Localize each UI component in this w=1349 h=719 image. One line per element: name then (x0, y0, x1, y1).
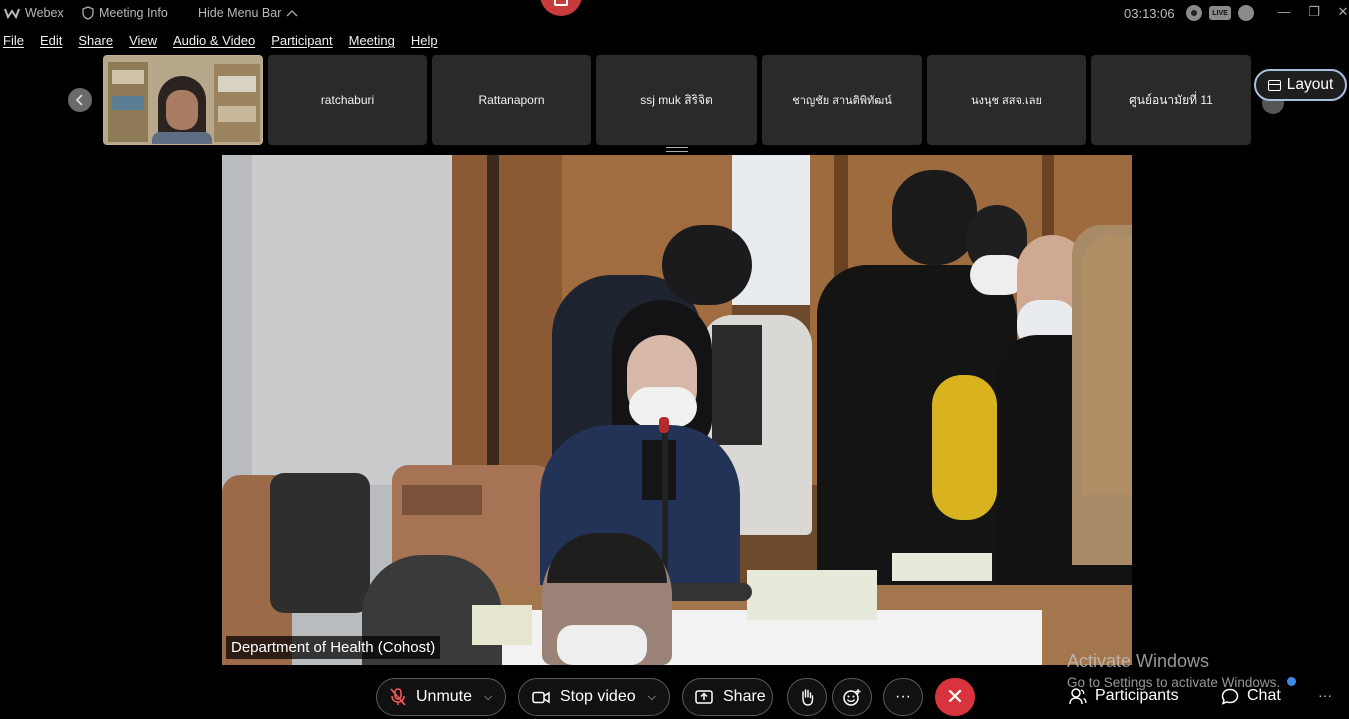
leave-icon: ✕ (945, 684, 965, 709)
raise-hand-icon (802, 689, 814, 706)
layout-button[interactable]: Layout (1254, 69, 1347, 101)
participant-name: นงนุช สสจ.เลย (971, 95, 1042, 107)
filmstrip-resize-handle[interactable] (666, 147, 688, 152)
main-video (222, 155, 1132, 665)
camera-icon (532, 691, 550, 703)
menu-bar: File Edit Share View Audio & Video Parti… (0, 33, 454, 51)
participant-tile[interactable]: นงนุช สสจ.เลย (927, 55, 1086, 145)
menu-meeting[interactable]: Meeting (349, 33, 395, 51)
meeting-timer: 03:13:06 (1124, 6, 1175, 21)
chevron-left-icon (75, 94, 83, 106)
active-speaker-label: Department of Health (Cohost) (226, 636, 441, 659)
menu-audio-video[interactable]: Audio & Video (173, 33, 255, 51)
participant-tile[interactable]: Rattanaporn (432, 55, 591, 145)
self-view-tile[interactable] (103, 55, 263, 145)
menu-edit[interactable]: Edit (40, 33, 62, 51)
recording-button[interactable] (540, 0, 582, 16)
share-button[interactable]: Share (682, 678, 773, 716)
menu-file[interactable]: File (3, 33, 24, 51)
chevron-down-icon[interactable]: ⌵ (648, 691, 656, 704)
stop-video-button[interactable]: Stop video ⌵ (518, 678, 670, 716)
unmute-label: Unmute (416, 688, 473, 705)
chat-icon (1221, 688, 1239, 705)
menu-help[interactable]: Help (411, 33, 438, 51)
participants-icon (1069, 687, 1087, 704)
shield-icon (82, 6, 94, 20)
more-icon: ··· (895, 688, 911, 705)
participant-name: ratchaburi (320, 93, 375, 107)
unmute-button[interactable]: Unmute ⌵ (376, 678, 506, 716)
microphone-muted-icon (390, 688, 406, 706)
maximize-icon[interactable]: ❐ (1304, 4, 1324, 20)
menu-view[interactable]: View (129, 33, 157, 51)
filmstrip-prev-button[interactable] (68, 88, 92, 112)
webex-logo-icon (4, 8, 20, 19)
chat-notification-badge (1287, 677, 1296, 686)
participant-name: ศูนย์อนามัยที่ 11 (1129, 92, 1213, 107)
chevron-down-icon[interactable]: ⌵ (484, 691, 492, 704)
participant-tile[interactable]: ศูนย์อนามัยที่ 11 (1091, 55, 1251, 145)
minimize-icon[interactable]: — (1274, 4, 1294, 19)
layout-icon (1267, 79, 1281, 91)
recording-icon (554, 0, 568, 6)
participant-tile[interactable]: ssj muk สิริจิต (596, 55, 757, 145)
record-status-icon (1186, 5, 1202, 21)
title-bar: Webex Meeting Info Hide Menu Bar 03:13:0… (0, 0, 1349, 28)
overflow-menu-button[interactable]: ··· (1318, 687, 1332, 703)
meeting-info-button[interactable]: Meeting Info (82, 6, 168, 20)
meeting-info-label: Meeting Info (99, 6, 168, 20)
raise-hand-button[interactable] (787, 678, 827, 716)
participant-tile[interactable]: ชาญชัย สานติพิทัฒน์ (762, 55, 922, 145)
reactions-button[interactable] (832, 678, 872, 716)
participant-name: Rattanaporn (478, 93, 545, 107)
app-name: Webex (25, 6, 64, 20)
live-icon: LIVE (1209, 6, 1231, 20)
participants-label: Participants (1095, 687, 1179, 704)
signal-icon (1238, 5, 1254, 21)
participants-button[interactable]: Participants (1069, 687, 1179, 705)
share-screen-icon (695, 690, 713, 704)
chevron-up-icon (286, 10, 298, 17)
leave-meeting-button[interactable]: ✕ (935, 678, 975, 716)
close-icon[interactable]: ✕ (1333, 4, 1349, 20)
participant-name: ssj muk สิริจิต (640, 92, 713, 107)
participant-tile[interactable]: ratchaburi (268, 55, 427, 145)
self-view-video (104, 56, 262, 144)
layout-label: Layout (1286, 76, 1334, 93)
activate-windows-watermark: Activate Windows Go to Settings to activ… (1067, 651, 1280, 690)
chat-label: Chat (1247, 687, 1281, 704)
menu-share[interactable]: Share (78, 33, 113, 51)
menu-participant[interactable]: Participant (271, 33, 332, 51)
share-label: Share (723, 688, 766, 705)
participant-name: ชาญชัย สานติพิทัฒน์ (792, 95, 892, 107)
more-options-button[interactable]: ··· (883, 678, 923, 716)
app-title: Webex (4, 6, 64, 20)
watermark-title: Activate Windows (1067, 651, 1210, 671)
stop-video-label: Stop video (560, 688, 636, 705)
chat-button[interactable]: Chat (1221, 687, 1281, 705)
hide-menu-bar-label: Hide Menu Bar (198, 6, 282, 20)
hide-menu-bar-button[interactable]: Hide Menu Bar (198, 6, 298, 20)
emoji-icon (843, 689, 861, 706)
